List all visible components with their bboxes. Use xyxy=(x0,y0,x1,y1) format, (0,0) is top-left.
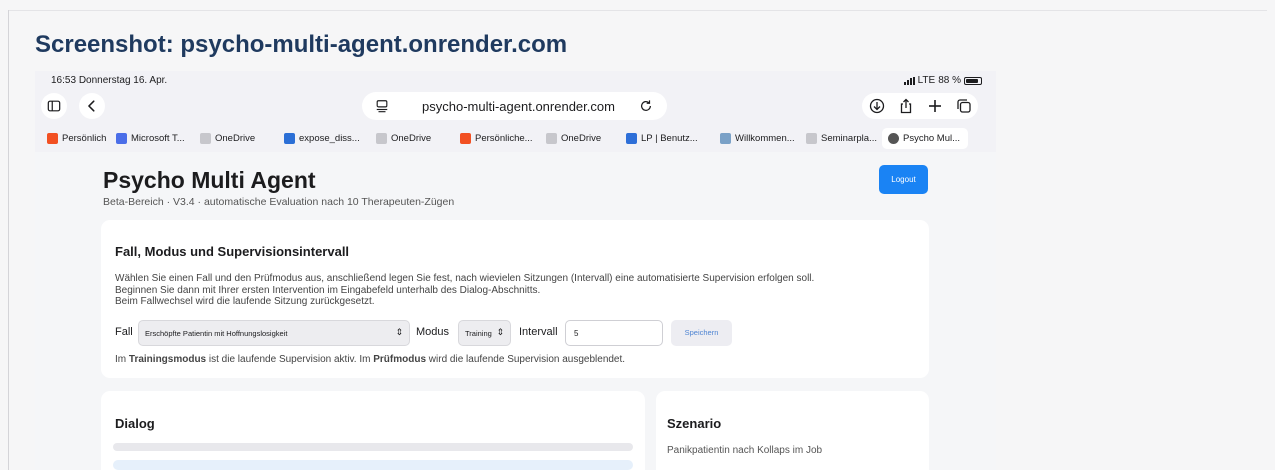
fall-select[interactable]: Erschöpfte Patientin mit Hoffnungslosigk… xyxy=(138,320,410,346)
desc-line-2: Beginnen Sie dann mit Ihrer ersten Inter… xyxy=(115,284,541,296)
share-icon[interactable] xyxy=(898,98,914,114)
tab-item[interactable]: Persönliche... xyxy=(454,128,536,149)
address-url: psycho-multi-agent.onrender.com xyxy=(422,99,615,114)
battery-percent: 88 % xyxy=(938,75,961,86)
mode-note: Im Trainingsmodus ist die laufende Super… xyxy=(115,354,626,365)
tab-item[interactable]: OneDrive xyxy=(194,128,274,149)
toolbar-actions xyxy=(862,93,978,119)
dialog-message-placeholder xyxy=(113,443,633,451)
tab-label: OneDrive xyxy=(391,133,432,144)
tab-favicon-icon xyxy=(460,133,471,144)
dialog-message-highlight xyxy=(113,460,633,470)
tab-label: Willkommen... xyxy=(735,133,795,144)
address-bar[interactable]: psycho-multi-agent.onrender.com xyxy=(362,92,667,120)
tab-label: OneDrive xyxy=(215,133,256,144)
tab-favicon-icon xyxy=(200,133,211,144)
modus-select-value: Training xyxy=(465,329,492,338)
scenario-card: Szenario Panikpatientin nach Kollaps im … xyxy=(656,391,929,470)
tab-label: Psycho Mul... xyxy=(903,133,961,144)
tab-item[interactable]: expose_diss... xyxy=(278,128,366,149)
tab-favicon-icon xyxy=(626,133,637,144)
tab-strip: Persönliche Microsoft T... OneDrive expose_… xyxy=(35,127,996,150)
intervall-input-value: 5 xyxy=(574,329,579,338)
config-card-description: Wählen Sie einen Fall und den Prüfmodus … xyxy=(115,273,814,308)
tab-favicon-icon xyxy=(888,133,899,144)
tabs-icon[interactable] xyxy=(956,98,972,114)
network-label: LTE xyxy=(917,75,936,86)
battery-icon xyxy=(964,76,982,85)
signal-icon xyxy=(903,76,915,85)
desc-line-3: Beim Fallwechsel wird die laufende Sitzu… xyxy=(115,296,375,308)
tab-item[interactable]: Psycho Mul... xyxy=(882,128,968,149)
browser-toolbar: psycho-multi-agent.onrender.com xyxy=(35,90,996,122)
reload-icon[interactable] xyxy=(639,99,653,113)
fall-label: Fall xyxy=(115,326,133,338)
back-icon xyxy=(88,100,95,112)
tab-favicon-icon xyxy=(116,133,127,144)
status-bar: 16:53 Donnerstag 16. Apr. LTE 88 % xyxy=(35,71,996,89)
tab-item[interactable]: OneDrive xyxy=(370,128,450,149)
tab-item[interactable]: Willkommen... xyxy=(714,128,796,149)
tab-label: Microsoft T... xyxy=(131,133,185,144)
frame-top-border xyxy=(8,10,1267,11)
tab-label: Seminarpla... xyxy=(821,133,877,144)
plus-icon[interactable] xyxy=(927,98,943,114)
dialog-card: Dialog xyxy=(101,391,645,470)
frame-left-border xyxy=(8,10,9,470)
intervall-label: Intervall xyxy=(519,326,558,338)
config-controls: Fall Erschöpfte Patientin mit Hoffnungsl… xyxy=(115,320,915,346)
download-icon[interactable] xyxy=(869,98,885,114)
tab-item[interactable]: Microsoft T... xyxy=(110,128,190,149)
reader-icon xyxy=(376,100,388,113)
tab-label: LP | Benutz... xyxy=(641,133,698,144)
desc-line-1: Wählen Sie einen Fall und den Prüfmodus … xyxy=(115,273,815,284)
config-card: Fall, Modus und Supervisionsintervall Wä… xyxy=(101,220,929,378)
tab-favicon-icon xyxy=(284,133,295,144)
ipad-safari-window: 16:53 Donnerstag 16. Apr. LTE 88 % psych… xyxy=(35,71,996,470)
screenshot-caption: Screenshot: psycho-multi-agent.onrender.… xyxy=(35,31,568,58)
config-card-title: Fall, Modus und Supervisionsintervall xyxy=(115,244,350,259)
tab-favicon-icon xyxy=(546,133,557,144)
screenshot-frame: Screenshot: psycho-multi-agent.onrender.… xyxy=(0,0,1275,470)
scenario-text: Panikpatientin nach Kollaps im Job xyxy=(667,445,823,456)
web-page: Psycho Multi Agent Beta-Bereich · V3.4 ·… xyxy=(35,152,996,470)
modus-label: Modus xyxy=(416,326,450,338)
status-right: LTE 88 % xyxy=(903,75,982,86)
tab-label: OneDrive xyxy=(561,133,602,144)
modus-select[interactable]: Training ⇕ xyxy=(458,320,511,346)
dialog-card-title: Dialog xyxy=(115,416,155,431)
sidebar-toggle-button[interactable] xyxy=(41,93,67,119)
logout-button[interactable]: Logout xyxy=(879,165,928,194)
tab-label: Persönliche... xyxy=(475,133,533,144)
save-button[interactable]: Speichern xyxy=(671,320,732,346)
status-time: 16:53 Donnerstag 16. Apr. xyxy=(51,75,168,86)
sidebar-icon xyxy=(47,100,61,112)
tab-favicon-icon xyxy=(720,133,731,144)
select-arrows-icon: ⇕ xyxy=(395,327,403,337)
tab-favicon-icon xyxy=(47,133,58,144)
fall-select-value: Erschöpfte Patientin mit Hoffnungslosigk… xyxy=(145,329,288,338)
intervall-input[interactable]: 5 xyxy=(565,320,663,346)
tab-item[interactable]: OneDrive xyxy=(540,128,616,149)
tab-favicon-icon xyxy=(376,133,387,144)
tab-item[interactable]: Persönliche xyxy=(41,128,106,149)
back-button[interactable] xyxy=(79,93,105,119)
tab-label: Persönliche xyxy=(62,133,106,144)
page-title: Psycho Multi Agent xyxy=(103,167,316,193)
page-subtitle: Beta-Bereich · V3.4 · automatische Evalu… xyxy=(103,196,455,208)
tab-item[interactable]: LP | Benutz... xyxy=(620,128,710,149)
tab-item[interactable]: Seminarpla... xyxy=(800,128,878,149)
scenario-card-title: Szenario xyxy=(667,416,722,431)
tab-favicon-icon xyxy=(806,133,817,144)
select-arrows-icon: ⇕ xyxy=(496,327,504,337)
tab-label: expose_diss... xyxy=(299,133,360,144)
